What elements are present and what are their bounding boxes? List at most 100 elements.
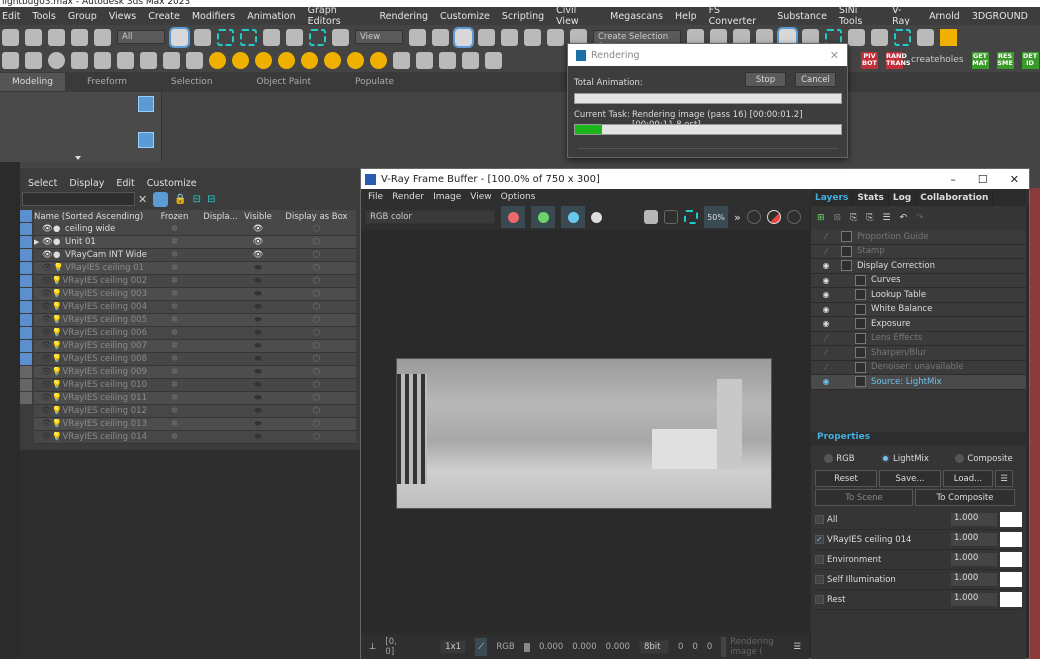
percent-snap-icon[interactable] [524,28,541,46]
object-name[interactable]: VRayIES ceiling 01 [65,263,144,273]
visible-icon[interactable]: 👁 [239,250,277,260]
menu-group[interactable]: Group [68,11,97,22]
mesh-light-icon[interactable] [278,51,295,69]
proxy-icon[interactable] [393,51,410,69]
move-icon[interactable] [263,28,280,46]
tab-layers[interactable]: Layers [811,190,854,205]
radio-rgb[interactable]: RGB [824,454,855,464]
hierarchy-icon[interactable]: ⊟ [193,194,201,205]
close-button[interactable]: ✕ [1010,173,1019,186]
mix-color-swatch[interactable] [1000,512,1022,527]
bind-spacewarp-icon[interactable] [94,28,111,46]
table-row[interactable]: 👁 💡 VRayIES ceiling 002 ✲ ⬬ ⬡ [34,275,356,288]
layer-hierarchy-icon[interactable]: ⊟ [207,194,215,205]
angle-snap-icon[interactable] [501,28,518,46]
lock-icon[interactable]: 🔒 [174,194,186,205]
menu-substance[interactable]: Substance [777,11,827,22]
clear-image-icon[interactable] [664,210,678,224]
object-name[interactable]: VRayIES ceiling 011 [63,393,147,403]
minimize-button[interactable]: – [950,173,956,186]
frozen-icon[interactable]: ✲ [147,419,202,429]
object-name[interactable]: VRayIES ceiling 010 [63,380,147,390]
visible-icon[interactable]: 👁 [239,224,277,234]
layer-item[interactable]: ⁄ Sharpen/Blur [811,346,1026,361]
vfb-menu-options[interactable]: Options [501,192,536,202]
box-icon[interactable]: ⬡ [277,289,356,299]
blue-channel-button[interactable] [561,206,585,228]
menu-fs-converter[interactable]: FS Converter [709,5,766,27]
grass-icon[interactable] [462,51,479,69]
render-icon[interactable] [786,210,801,224]
table-row[interactable]: ▶ 👁 ● Unit 01 ✲ 👁 ⬡ [34,236,356,249]
mix-multiplier-input[interactable]: 1.000 [951,553,997,566]
box-icon[interactable]: ⬡ [277,302,356,312]
more-icon[interactable]: » [734,211,741,224]
frozen-icon[interactable]: ✲ [147,367,202,377]
eye-icon[interactable]: ◉ [811,276,841,285]
visibility-toggle-icon[interactable]: 👁 [41,302,52,312]
menu-megascans[interactable]: Megascans [610,11,663,22]
table-row[interactable]: 👁 💡 VRayIES ceiling 003 ✲ ⬬ ⬡ [34,288,356,301]
pivot-icon[interactable] [409,28,426,46]
xrefs-filter-icon[interactable] [20,301,32,313]
tab-object-paint[interactable]: Object Paint [235,77,333,87]
box-icon[interactable]: ⬡ [277,237,356,247]
link-icon[interactable] [48,28,65,46]
zoom-50-button[interactable]: 50% [704,206,728,228]
mix-checkbox[interactable] [815,575,824,584]
layer-item[interactable]: ⁄ Stamp [811,244,1026,259]
table-row[interactable]: 👁 💡 VRayIES ceiling 01 ✲ ⬬ ⬡ [34,262,356,275]
layer-item[interactable]: ◉ Exposure [811,317,1026,332]
object-name[interactable]: VRayIES ceiling 013 [63,419,147,429]
table-row[interactable]: 👁 ● ceiling wide ✲ 👁 ⬡ [34,223,356,236]
menu-graph-editors[interactable]: Graph Editors [308,5,368,27]
decal-icon[interactable] [416,51,433,69]
visibility-toggle-icon[interactable]: 👁 [42,250,53,260]
mix-checkbox[interactable]: ✓ [815,535,824,544]
layer-item[interactable]: ⁄ Lens Effects [811,331,1026,346]
render-production-icon[interactable] [917,28,934,46]
frozen-filter-icon[interactable] [20,366,32,378]
visibility-toggle-icon[interactable]: 👁 [41,419,52,429]
menu-scripting[interactable]: Scripting [502,11,544,22]
vfb-icon[interactable] [117,51,134,69]
lamp-toggle-icon[interactable] [138,132,154,148]
box-icon[interactable]: ⬡ [277,224,356,234]
hidden-filter-icon[interactable] [20,353,32,365]
object-name[interactable]: VRayIES ceiling 004 [63,302,147,312]
sky-icon[interactable] [370,51,387,69]
dome-light-icon[interactable] [232,51,249,69]
eye-disabled-icon[interactable]: ⁄ [811,247,841,256]
snaps-toggle-icon[interactable] [478,28,495,46]
visibility-toggle-icon[interactable]: 👁 [41,315,52,325]
script-badge-piv-bot[interactable]: PIV BOT [861,51,878,69]
bones-filter-icon[interactable] [20,314,32,326]
camera-icon[interactable] [163,51,180,69]
layer-item[interactable]: ◉ White Balance [811,302,1026,317]
object-name[interactable]: VRayIES ceiling 006 [63,328,147,338]
invert-filter-icon[interactable] [20,392,32,404]
frozen-icon[interactable]: ✲ [147,250,202,260]
rendered-frame-window-icon[interactable] [894,28,911,46]
eye-icon[interactable]: ◉ [811,319,841,328]
mix-multiplier-input[interactable]: 1.000 [951,573,997,586]
named-selection-set-dropdown[interactable]: Create Selection Set [593,30,681,49]
save-icon[interactable] [644,210,658,224]
fur-icon[interactable] [439,51,456,69]
selection-filter-dropdown[interactable]: All [117,30,165,44]
table-row[interactable]: 👁 💡 VRayIES ceiling 005 ✲ ⬬ ⬡ [34,314,356,327]
table-row[interactable]: 👁 💡 VRayIES ceiling 004 ✲ ⬬ ⬡ [34,301,356,314]
all-filter-icon[interactable] [20,379,32,391]
frozen-icon[interactable]: ✲ [147,354,202,364]
explorer-menu-edit[interactable]: Edit [116,178,134,189]
placement-icon[interactable] [332,28,349,46]
table-row[interactable]: 👁 💡 VRayIES ceiling 010 ✲ ⬬ ⬡ [34,379,356,392]
ies-light-icon[interactable] [301,51,318,69]
mix-checkbox[interactable] [815,555,824,564]
visible-icon[interactable]: ⬬ [239,406,277,416]
visibility-toggle-icon[interactable]: 👁 [41,393,52,403]
tab-log[interactable]: Log [889,190,917,205]
light-lister-icon[interactable] [140,51,157,69]
frozen-icon[interactable]: ✲ [147,315,202,325]
unlink-icon[interactable] [71,28,88,46]
